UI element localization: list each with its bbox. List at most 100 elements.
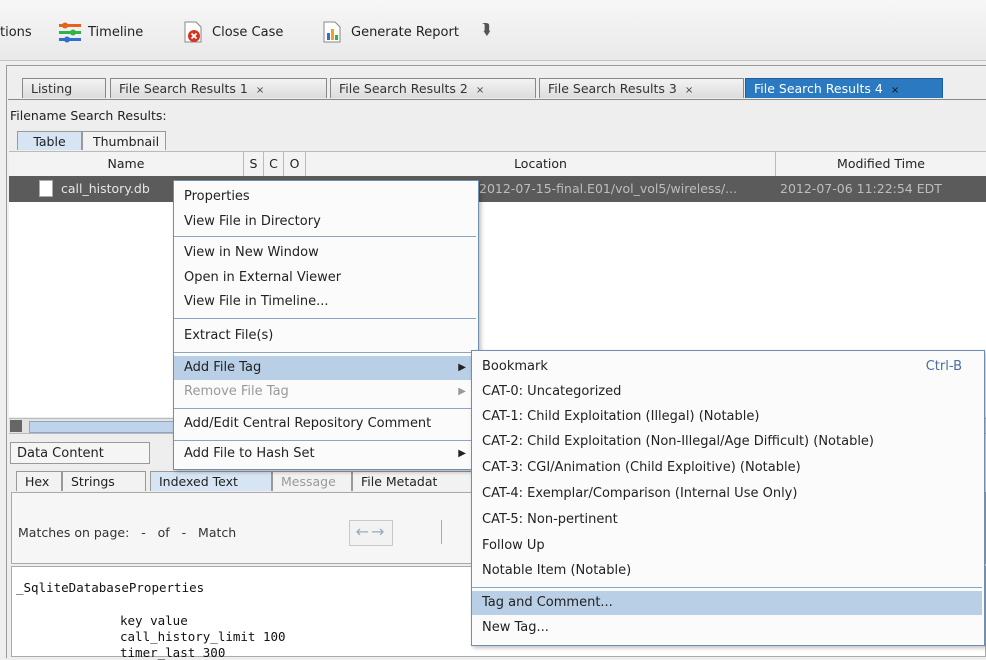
menu-item-label: Extract File(s) [184, 328, 274, 343]
menu-item-label: Open in External Viewer [184, 270, 342, 285]
menu-item-add-file-to-hash-set[interactable]: Add File to Hash Set ▶ [174, 442, 476, 466]
result-tabstrip: Listing File Search Results 1 × File Sear… [12, 78, 986, 100]
menu-item-label: CAT-5: Non-pertinent [482, 512, 618, 527]
tab-label: File Search Results 4 [754, 81, 883, 96]
chevron-double-down-icon: ⮯ [482, 20, 491, 38]
column-header-c[interactable]: C [264, 152, 284, 176]
menu-item-view-file-in-directory[interactable]: View File in Directory [174, 210, 476, 234]
generate-report-label: Generate Report [351, 24, 459, 40]
menu-item-cat-5[interactable]: CAT-5: Non-pertinent [472, 508, 982, 532]
tab-message[interactable]: Message [272, 471, 352, 491]
menu-item-follow-up[interactable]: Follow Up [472, 534, 982, 558]
arrow-left-icon[interactable]: ← [356, 522, 371, 541]
menu-item-bookmark[interactable]: Bookmark Ctrl-B [472, 355, 982, 379]
text-line: _SqliteDatabaseProperties [16, 580, 205, 595]
tab-listing[interactable]: Listing [22, 78, 106, 98]
menu-separator [174, 408, 476, 409]
close-icon[interactable]: × [891, 85, 899, 96]
menu-item-view-file-in-timeline[interactable]: View File in Timeline... [174, 290, 476, 314]
menu-separator [174, 352, 476, 353]
menu-item-label: New Tag... [482, 620, 549, 635]
tab-label: File Search Results 2 [339, 81, 468, 96]
tab-label: Listing [31, 81, 73, 96]
column-header-modified-time[interactable]: Modified Time [776, 152, 986, 176]
column-header-s[interactable]: S [244, 152, 264, 176]
table-row[interactable]: call_history.db 2012-07-15-final.E01/vol… [9, 176, 986, 202]
match-navigation[interactable]: ←→ [349, 520, 393, 546]
menu-item-tag-and-comment[interactable]: Tag and Comment... [472, 591, 982, 615]
text-line: call_history_limit 100 [120, 629, 286, 644]
menu-item-extract-files[interactable]: Extract File(s) [174, 324, 476, 348]
menu-item-cat-2[interactable]: CAT-2: Child Exploitation (Non-Illegal/A… [472, 430, 982, 454]
menu-item-label: Follow Up [482, 538, 545, 553]
tab-file-search-results-3[interactable]: File Search Results 3 × [539, 78, 744, 98]
timeline-label: Timeline [88, 24, 144, 40]
results-heading: Filename Search Results: [10, 108, 167, 123]
close-icon[interactable]: × [685, 85, 693, 96]
report-icon [320, 20, 344, 44]
menu-item-cat-0[interactable]: CAT-0: Uncategorized [472, 380, 982, 404]
tab-label: File Search Results 3 [548, 81, 677, 96]
file-name: call_history.db [61, 181, 150, 196]
submenu-arrow-icon: ▶ [458, 448, 466, 459]
menu-item-new-tag[interactable]: New Tag... [472, 616, 982, 640]
menu-item-notable-item[interactable]: Notable Item (Notable) [472, 559, 982, 583]
tab-file-search-results-1[interactable]: File Search Results 1 × [110, 78, 327, 98]
toolbar-partial-button[interactable]: tions [0, 20, 32, 44]
tab-table[interactable]: Table [17, 131, 82, 150]
menu-item-label: Notable Item (Notable) [482, 563, 632, 578]
close-icon[interactable]: × [476, 85, 484, 96]
timeline-button[interactable]: Timeline [57, 20, 143, 44]
tab-strings[interactable]: Strings [62, 471, 146, 491]
menu-item-remove-file-tag[interactable]: Remove File Tag ▶ [174, 380, 476, 404]
menu-item-label: CAT-4: Exemplar/Comparison (Internal Use… [482, 486, 798, 501]
scroll-left-icon[interactable] [10, 420, 22, 432]
menu-item-label: Tag and Comment... [482, 595, 613, 610]
cell-location: 2012-07-15-final.E01/vol_vol5/wireless/.… [479, 181, 738, 196]
menu-item-label: CAT-1: Child Exploitation (Illegal) (Not… [482, 409, 760, 424]
column-header-location[interactable]: Location [306, 152, 776, 176]
text-line: key value [120, 613, 188, 628]
tab-label: File Search Results 1 [119, 81, 248, 96]
close-case-button[interactable]: Close Case [181, 20, 283, 44]
timeline-icon [57, 20, 81, 44]
divider [441, 520, 442, 544]
tab-file-search-results-2[interactable]: File Search Results 2 × [330, 78, 536, 98]
menu-item-properties[interactable]: Properties [174, 185, 476, 209]
close-case-icon [181, 20, 205, 44]
menu-item-label: Properties [184, 189, 250, 204]
menu-separator [472, 587, 982, 588]
menu-item-cat-3[interactable]: CAT-3: CGI/Animation (Child Exploitive) … [472, 456, 982, 480]
context-menu: Properties View File in Directory View i… [173, 180, 479, 470]
scroll-thumb[interactable] [29, 421, 181, 433]
tab-thumbnail[interactable]: Thumbnail [82, 131, 166, 150]
tab-hex[interactable]: Hex [16, 471, 62, 491]
menu-item-add-file-tag[interactable]: Add File Tag ▶ [174, 356, 476, 380]
menu-item-cat-1[interactable]: CAT-1: Child Exploitation (Illegal) (Not… [472, 405, 982, 429]
column-header-o[interactable]: O [284, 152, 306, 176]
generate-report-button[interactable]: Generate Report [320, 20, 459, 44]
menu-item-open-in-external-viewer[interactable]: Open in External Viewer [174, 266, 476, 290]
divider [8, 99, 986, 100]
shortcut-label: Ctrl-B [925, 359, 962, 374]
menu-item-label: Add/Edit Central Repository Comment [184, 416, 432, 431]
menu-item-label: Bookmark [482, 359, 548, 374]
menu-item-cat-4[interactable]: CAT-4: Exemplar/Comparison (Internal Use… [472, 482, 982, 506]
menu-item-label: CAT-2: Child Exploitation (Non-Illegal/A… [482, 434, 874, 449]
menu-separator [174, 440, 476, 441]
toolbar-overflow-button[interactable]: ⮯ [482, 20, 491, 38]
cell-modified-time: 2012-07-06 11:22:54 EDT [780, 181, 942, 196]
menu-item-view-in-new-window[interactable]: View in New Window [174, 241, 476, 265]
tag-submenu: Bookmark Ctrl-B CAT-0: Uncategorized CAT-… [471, 350, 985, 646]
close-icon[interactable]: × [256, 85, 264, 96]
menu-item-central-repository-comment[interactable]: Add/Edit Central Repository Comment [174, 412, 476, 436]
tab-file-metadata[interactable]: File Metadat [352, 471, 472, 491]
tab-indexed-text[interactable]: Indexed Text [150, 471, 272, 491]
tab-file-search-results-4[interactable]: File Search Results 4 × [745, 78, 943, 98]
tab-data-content[interactable]: Data Content [10, 442, 150, 464]
menu-separator [174, 236, 476, 237]
column-header-name[interactable]: Name [9, 152, 244, 176]
text-line: timer_last 300 [120, 645, 226, 660]
submenu-arrow-icon: ▶ [458, 362, 466, 373]
arrow-right-icon[interactable]: → [371, 522, 386, 541]
